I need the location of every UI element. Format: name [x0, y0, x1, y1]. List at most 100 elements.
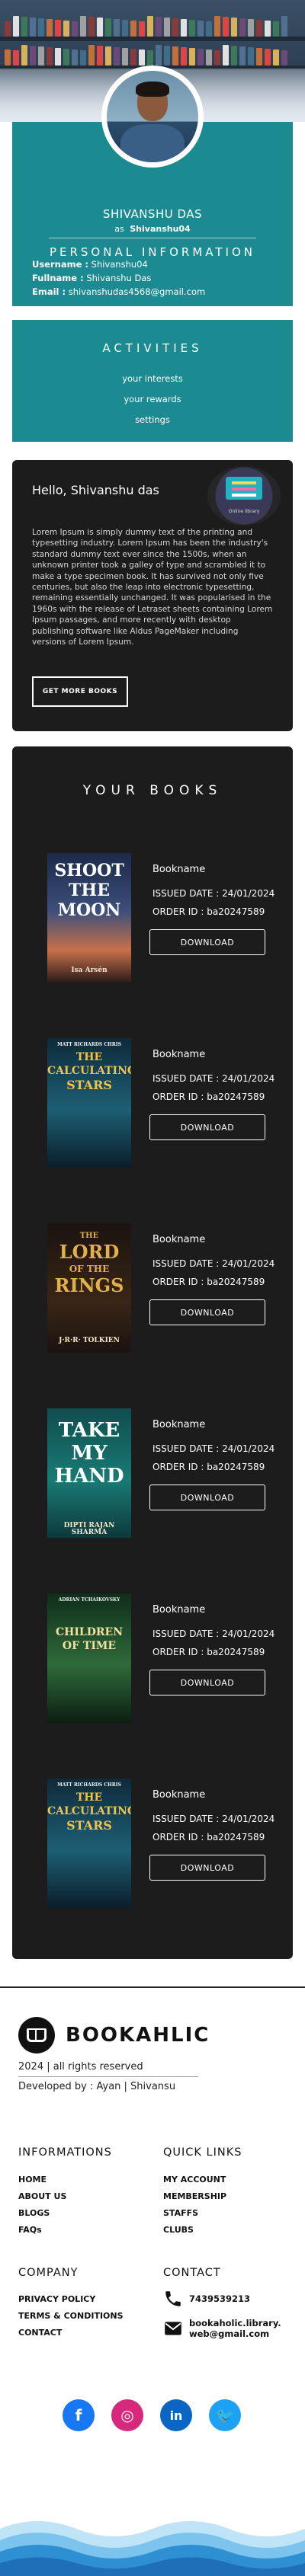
shelf-book — [239, 18, 246, 37]
book-order-id: ORDER ID : ba20247589 — [152, 1647, 265, 1657]
footer-divider — [18, 2076, 198, 2077]
twitter-icon[interactable]: 🐦 — [209, 2399, 241, 2431]
footer-link-privacy[interactable]: PRIVACY POLICY — [18, 2294, 95, 2304]
download-button[interactable]: DOWNLOAD — [149, 1855, 265, 1881]
footer-link-staffs[interactable]: STAFFS — [163, 2208, 198, 2218]
shelf-book — [273, 21, 279, 37]
footer-link-contact[interactable]: CONTACT — [18, 2328, 62, 2338]
footer-link-clubs[interactable]: CLUBS — [163, 2225, 194, 2235]
instagram-icon[interactable]: ◎ — [111, 2399, 143, 2431]
shelf-book — [72, 21, 78, 37]
info-label: Username : — [32, 259, 88, 270]
linkedin-icon[interactable]: in — [160, 2399, 192, 2431]
book-issued-date: ISSUED DATE : 24/01/2024 — [152, 1073, 275, 1084]
book-name: Bookname — [152, 1234, 206, 1245]
book-order-id: ORDER ID : ba20247589 — [152, 906, 265, 917]
info-value: shivanshudas4568@gmail.com — [68, 286, 206, 297]
shelf-book — [38, 46, 44, 66]
download-button[interactable]: DOWNLOAD — [149, 1670, 265, 1695]
book-name: Bookname — [152, 1789, 206, 1801]
footer-link-membership[interactable]: MEMBERSHIP — [163, 2191, 226, 2201]
book-cover[interactable]: ADRIAN TCHAIKOVSKY CHILDREN OF TIME — [47, 1593, 131, 1723]
book-issued-date: ISSUED DATE : 24/01/2024 — [152, 888, 275, 899]
book-cover-title-line: CHILDREN — [55, 1626, 123, 1638]
book-cover-title-line: OF THE — [69, 1264, 110, 1274]
shelf-book — [214, 16, 220, 37]
book-cover-title-line: OF TIME — [62, 1640, 117, 1652]
facebook-icon[interactable]: f — [63, 2399, 95, 2431]
footer-brand[interactable]: BOOKAHLIC — [18, 2017, 210, 2053]
shelf-book — [5, 21, 11, 37]
book-item: SHOOT THE MOON Isa Arsén Bookname ISSUED DATE… — [47, 853, 276, 983]
info-label: Fullname : — [32, 273, 84, 283]
book-cover[interactable]: MATT RICHARDS CHRIS THE CALCULATING STARS — [47, 1038, 131, 1168]
shelf-book — [206, 21, 212, 37]
get-more-books-button[interactable]: GET MORE BOOKS — [32, 676, 128, 707]
download-button[interactable]: DOWNLOAD — [149, 929, 265, 955]
footer-link-blogs[interactable]: BLOGS — [18, 2208, 50, 2218]
book-cover-author-top: ADRIAN TCHAIKOVSKY — [58, 1597, 120, 1603]
contact-email[interactable]: bookaholic.library.web@gmail.com — [189, 2318, 288, 2339]
shelf-book — [214, 50, 220, 66]
avatar-photo — [107, 71, 198, 162]
book-name: Bookname — [152, 1604, 206, 1616]
book-cover-title-line: THE — [79, 1232, 99, 1240]
shelf-book — [231, 46, 237, 66]
info-fullname: Fullname : Shivanshu Das — [32, 273, 151, 283]
book-cover-title-line: HAND — [54, 1465, 124, 1488]
book-cover-title-line: MOON — [57, 900, 121, 920]
shelf-book — [206, 50, 212, 66]
book-issued-date: ISSUED DATE : 24/01/2024 — [152, 1258, 275, 1269]
activity-link-settings[interactable]: settings — [12, 414, 293, 425]
book-cover[interactable]: THE LORD OF THE RINGS J·R·R· TOLKIEN — [47, 1223, 131, 1353]
shelf-book — [130, 21, 136, 37]
activity-link-rewards[interactable]: your rewards — [12, 394, 293, 404]
contact-phone[interactable]: 7439539213 — [189, 2293, 250, 2304]
shelf-book — [139, 21, 145, 37]
shelf-book — [197, 49, 204, 66]
shelf-book — [5, 50, 11, 66]
avatar — [101, 66, 204, 168]
profile-name: SHIVANSHU DAS — [102, 207, 203, 221]
illustration-caption: Online library — [228, 509, 260, 514]
activity-link-interests[interactable]: your interests — [12, 373, 293, 384]
brand-name: BOOKAHLIC — [66, 2024, 210, 2047]
book-name: Bookname — [152, 1049, 206, 1060]
footer: BOOKAHLIC 2024 | all rights reserved Dev… — [0, 1986, 305, 2576]
shelf-book — [21, 45, 27, 66]
footer-link-terms[interactable]: TERMS & CONDITIONS — [18, 2311, 124, 2321]
welcome-text: Lorem Ipsum is simply dummy text of the … — [32, 528, 273, 647]
shelf-book — [88, 45, 95, 66]
shelf-book — [38, 18, 44, 37]
download-button[interactable]: DOWNLOAD — [149, 1114, 265, 1140]
book-cover[interactable]: MATT RICHARDS CHRIS THE CALCULATING STARS — [47, 1779, 131, 1908]
mail-icon — [165, 2322, 181, 2335]
welcome-card: Hello, Shivanshu das Online library Lore… — [12, 460, 293, 731]
shelf-book — [248, 19, 254, 37]
activities-title: ACTIVITIES — [102, 341, 203, 355]
bookshelf-middle — [0, 44, 305, 66]
bookshelf-top — [0, 15, 305, 37]
book-name: Bookname — [152, 864, 206, 875]
shelf-book — [114, 47, 120, 66]
shelf-book — [30, 46, 36, 66]
quick-links-heading: QUICK LINKS — [163, 2146, 242, 2159]
shelf-book — [231, 18, 237, 37]
book-item: THE LORD OF THE RINGS J·R·R· TOLKIEN Bookname… — [47, 1223, 276, 1353]
shelf-book — [55, 20, 61, 37]
informations-heading: INFORMATIONS — [18, 2146, 112, 2159]
footer-link-about[interactable]: ABOUT US — [18, 2191, 66, 2201]
shelf-book — [13, 50, 19, 66]
shelf-book — [47, 47, 53, 66]
shelf-book — [239, 46, 246, 66]
download-button[interactable]: DOWNLOAD — [149, 1485, 265, 1510]
shelf — [0, 37, 305, 41]
book-name: Bookname — [152, 1419, 206, 1430]
book-cover[interactable]: TAKE MY HAND DIPTI RAJAN SHARMA — [47, 1408, 131, 1538]
footer-link-my-account[interactable]: MY ACCOUNT — [163, 2175, 226, 2184]
footer-link-faqs[interactable]: FAQs — [18, 2225, 42, 2235]
download-button[interactable]: DOWNLOAD — [149, 1299, 265, 1325]
shelf-book — [63, 49, 69, 66]
footer-link-home[interactable]: HOME — [18, 2175, 47, 2184]
book-cover[interactable]: SHOOT THE MOON Isa Arsén — [47, 853, 131, 983]
